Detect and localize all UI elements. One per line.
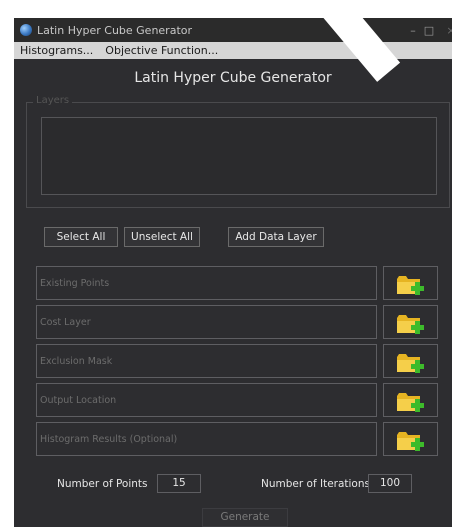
cost-layer-field[interactable]: Cost Layer bbox=[36, 305, 377, 339]
number-of-iterations-input[interactable]: 100 bbox=[368, 474, 412, 493]
histogram-results-field[interactable]: Histogram Results (Optional) bbox=[36, 422, 377, 456]
number-of-iterations-label: Number of Iterations bbox=[261, 478, 370, 490]
output-location-field[interactable]: Output Location bbox=[36, 383, 377, 417]
title-bar[interactable]: Latin Hyper Cube Generator – □ × bbox=[14, 18, 452, 42]
histogram-results-browse-button[interactable] bbox=[383, 422, 438, 456]
unselect-all-button[interactable]: Unselect All bbox=[124, 227, 200, 247]
add-folder-icon bbox=[397, 315, 424, 334]
app-globe-icon bbox=[20, 24, 32, 36]
add-folder-icon bbox=[397, 276, 424, 295]
page-title: Latin Hyper Cube Generator bbox=[134, 70, 332, 86]
minimize-icon[interactable]: – bbox=[406, 24, 420, 37]
add-folder-icon bbox=[397, 432, 424, 451]
add-data-layer-button[interactable]: Add Data Layer bbox=[228, 227, 324, 247]
existing-points-browse-button[interactable] bbox=[383, 266, 438, 300]
window-title: Latin Hyper Cube Generator bbox=[37, 23, 193, 37]
close-icon[interactable]: × bbox=[444, 24, 452, 37]
existing-points-field[interactable]: Existing Points bbox=[36, 266, 377, 300]
add-folder-icon bbox=[397, 393, 424, 412]
select-all-button[interactable]: Select All bbox=[44, 227, 118, 247]
exclusion-mask-field[interactable]: Exclusion Mask bbox=[36, 344, 377, 378]
menu-bar: Histograms... Objective Function... bbox=[14, 42, 452, 59]
layers-group-label: Layers bbox=[33, 95, 73, 106]
menu-histograms[interactable]: Histograms... bbox=[14, 44, 99, 57]
layers-list[interactable] bbox=[41, 117, 437, 195]
generate-button[interactable]: Generate bbox=[202, 508, 288, 527]
add-folder-icon bbox=[397, 354, 424, 373]
layers-group: Layers bbox=[26, 95, 450, 208]
maximize-icon[interactable]: □ bbox=[422, 24, 436, 37]
decorative-stripe bbox=[0, 20, 8, 50]
menu-objective-function[interactable]: Objective Function... bbox=[99, 44, 224, 57]
app-window: Latin Hyper Cube Generator – □ × Histogr… bbox=[14, 18, 452, 527]
cost-layer-browse-button[interactable] bbox=[383, 305, 438, 339]
number-of-points-label: Number of Points bbox=[57, 478, 148, 490]
exclusion-mask-browse-button[interactable] bbox=[383, 344, 438, 378]
output-location-browse-button[interactable] bbox=[383, 383, 438, 417]
number-of-points-input[interactable]: 15 bbox=[157, 474, 201, 493]
